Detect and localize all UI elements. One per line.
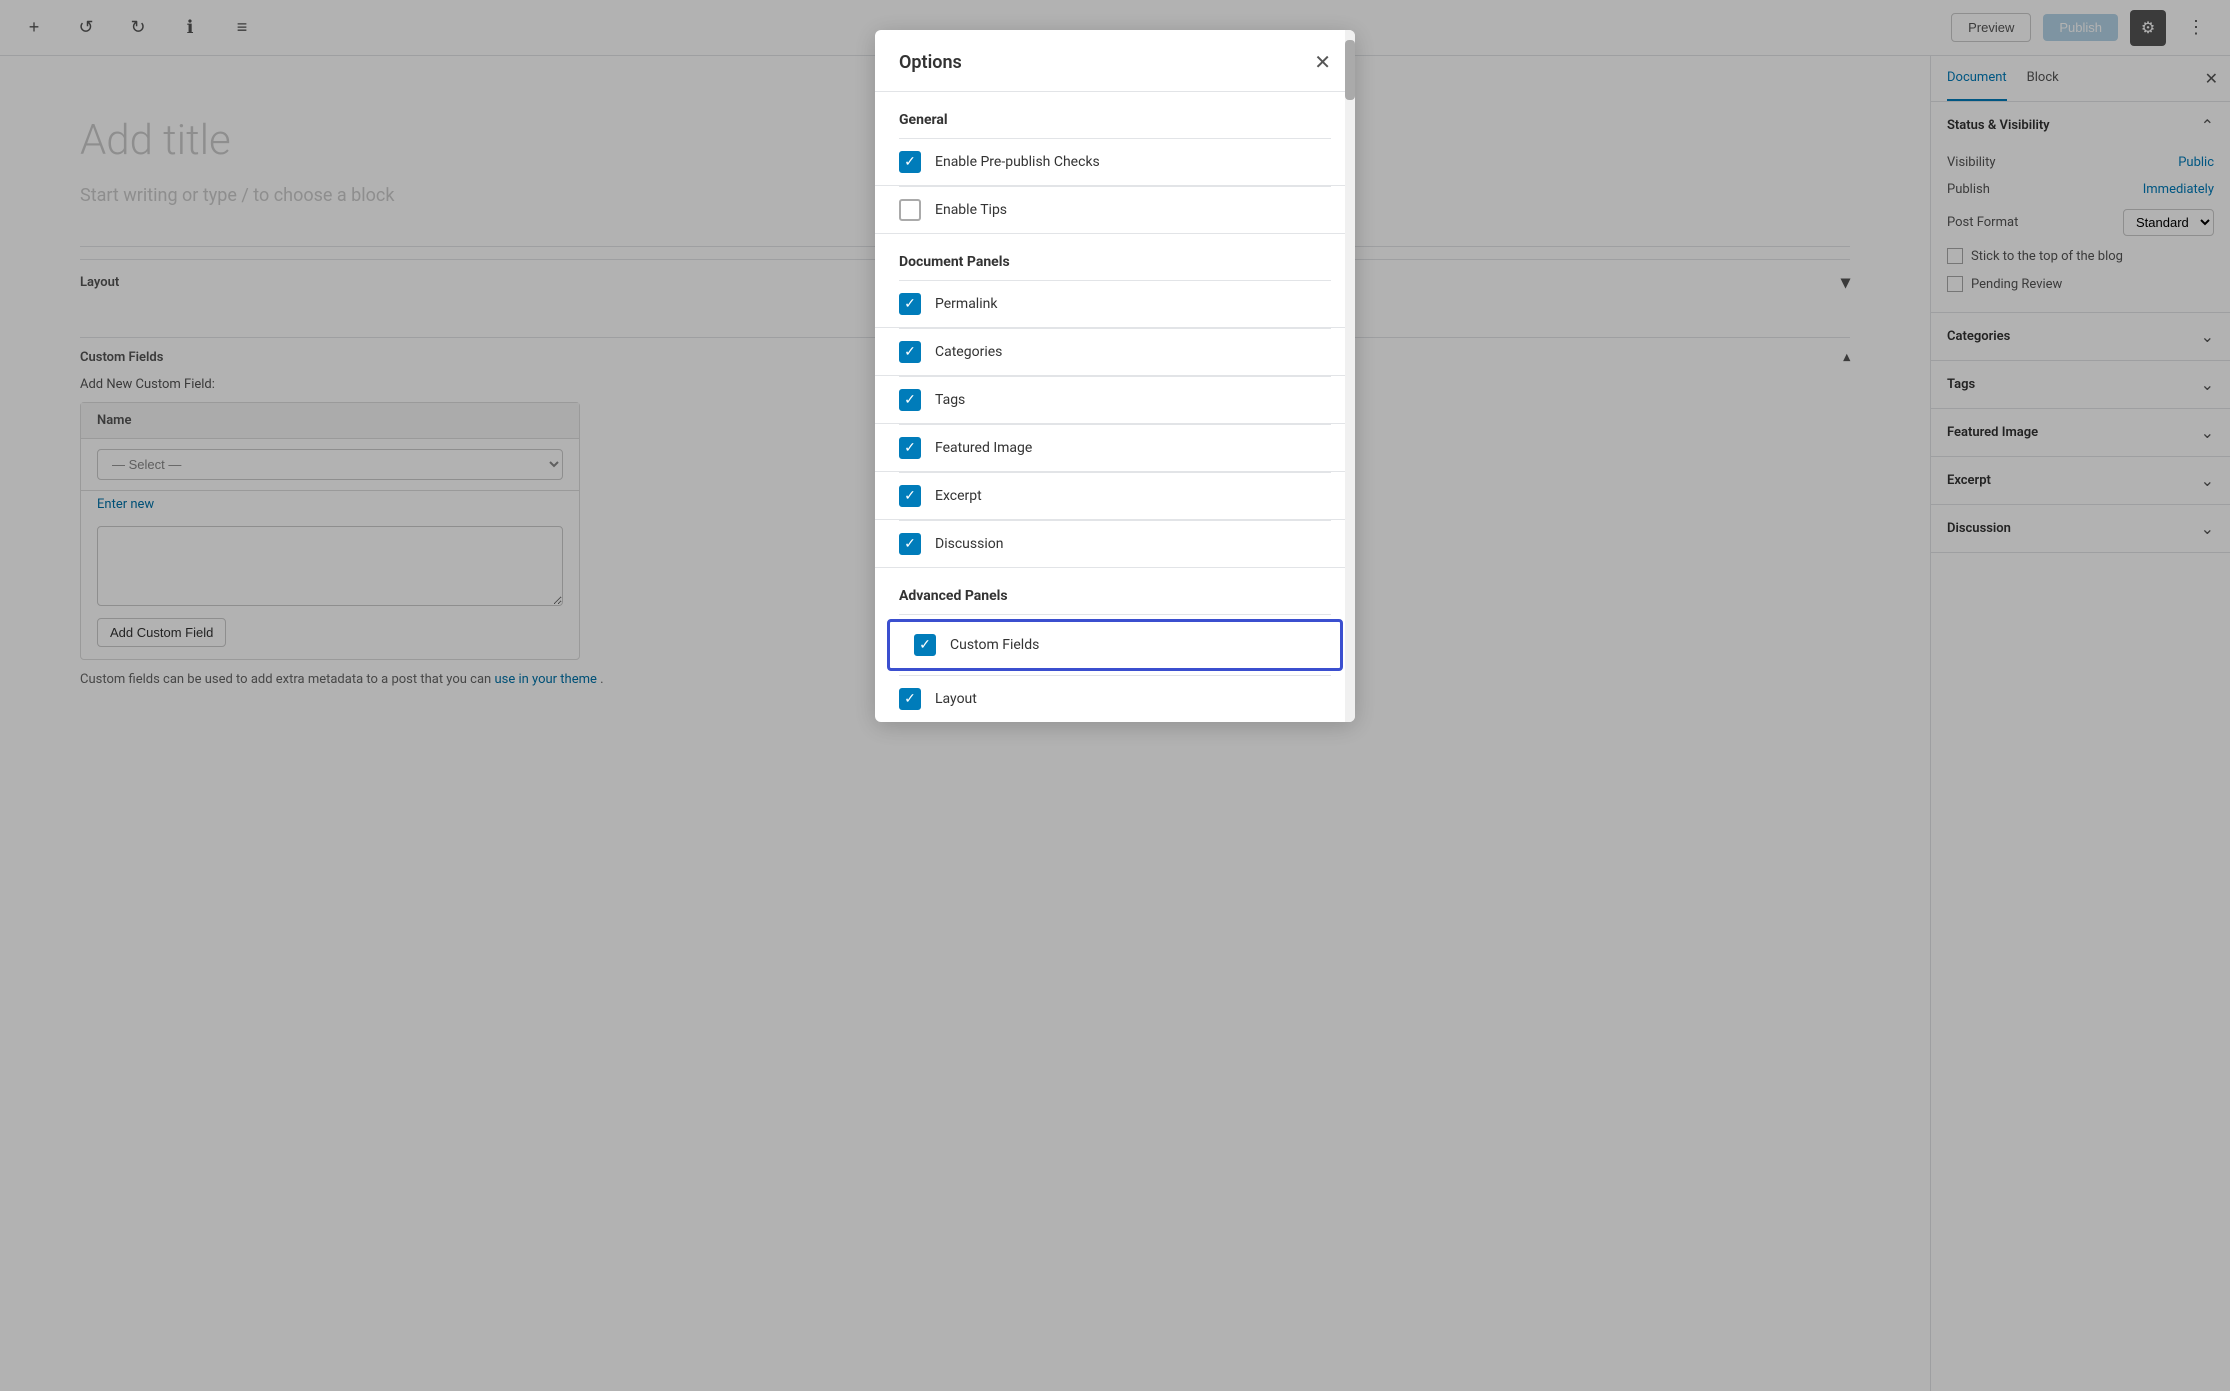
- modal-item-enable-tips: Enable Tips: [875, 187, 1355, 234]
- tags-checkbox[interactable]: [899, 389, 921, 411]
- modal-body: General Enable Pre-publish Checks Enable…: [875, 92, 1355, 722]
- modal-header: Options ✕: [875, 30, 1355, 92]
- general-section-title: General: [875, 92, 1355, 138]
- layout-dp-label: Layout: [935, 691, 977, 707]
- layout-checkbox[interactable]: [899, 688, 921, 710]
- discussion-dp-label: Discussion: [935, 536, 1003, 552]
- tags-dp-label: Tags: [935, 392, 965, 408]
- modal-scrollbar[interactable]: [1345, 30, 1355, 722]
- modal-scrollbar-thumb: [1345, 40, 1355, 100]
- modal-item-discussion: Discussion: [875, 521, 1355, 568]
- categories-checkbox[interactable]: [899, 341, 921, 363]
- modal-item-categories: Categories: [875, 329, 1355, 376]
- enable-tips-label: Enable Tips: [935, 202, 1007, 218]
- enable-tips-checkbox[interactable]: [899, 199, 921, 221]
- excerpt-checkbox[interactable]: [899, 485, 921, 507]
- modal-item-featured-image: Featured Image: [875, 425, 1355, 472]
- custom-fields-checkbox[interactable]: [914, 634, 936, 656]
- modal-item-tags: Tags: [875, 377, 1355, 424]
- featured-image-dp-label: Featured Image: [935, 440, 1032, 456]
- modal-item-layout: Layout: [875, 676, 1355, 722]
- featured-image-checkbox[interactable]: [899, 437, 921, 459]
- discussion-checkbox[interactable]: [899, 533, 921, 555]
- modal-close-button[interactable]: ✕: [1314, 50, 1331, 75]
- advanced-panels-divider: [899, 614, 1331, 615]
- modal-overlay[interactable]: Options ✕ General Enable Pre-publish Che…: [0, 0, 2230, 1391]
- modal-item-excerpt: Excerpt: [875, 473, 1355, 520]
- modal-item-custom-fields-highlighted: Custom Fields: [887, 619, 1343, 671]
- options-modal: Options ✕ General Enable Pre-publish Che…: [875, 30, 1355, 722]
- excerpt-dp-label: Excerpt: [935, 488, 982, 504]
- permalink-label: Permalink: [935, 296, 997, 312]
- modal-item-permalink: Permalink: [875, 281, 1355, 328]
- modal-title: Options: [899, 52, 962, 73]
- permalink-checkbox[interactable]: [899, 293, 921, 315]
- document-panels-section-title: Document Panels: [875, 234, 1355, 280]
- custom-fields-dp-label: Custom Fields: [950, 637, 1039, 653]
- modal-item-enable-prepublish: Enable Pre-publish Checks: [875, 139, 1355, 186]
- enable-prepublish-checkbox[interactable]: [899, 151, 921, 173]
- categories-dp-label: Categories: [935, 344, 1002, 360]
- main-layout: Add title Start writing or type / to cho…: [0, 56, 2230, 1391]
- advanced-panels-section-title: Advanced Panels: [875, 568, 1355, 614]
- enable-prepublish-label: Enable Pre-publish Checks: [935, 154, 1100, 170]
